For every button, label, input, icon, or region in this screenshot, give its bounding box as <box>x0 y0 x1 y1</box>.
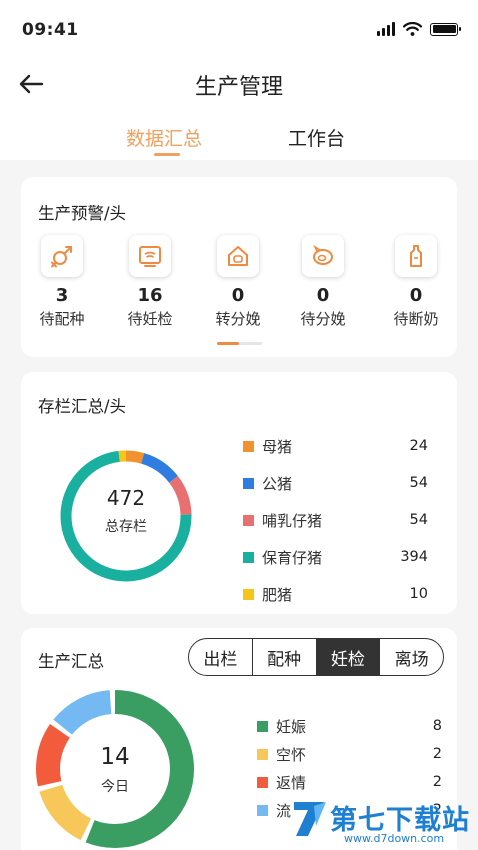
wifi-icon <box>403 22 422 36</box>
legend-item-1-2: 返情 2 <box>257 772 442 792</box>
production-title: 生产汇总 <box>38 652 104 671</box>
legend-value: 394 <box>400 549 428 565</box>
warning-count: 0 <box>316 285 330 306</box>
battery-icon <box>430 22 461 36</box>
production-segment-control: 出栏 配种 妊检 离场 <box>188 638 444 676</box>
legend-label: 保育仔猪 <box>262 548 323 567</box>
legend-swatch <box>257 720 268 732</box>
legend-label: 妊娠 <box>276 717 307 736</box>
legend-swatch <box>243 551 254 563</box>
inventory-total-label: 总存栏 <box>105 519 147 535</box>
legend-item-0-0: 母猪 24 <box>243 436 428 456</box>
warning-label: 待断奶 <box>393 310 439 328</box>
segment-pregnancy-check[interactable]: 妊检 <box>315 639 380 675</box>
inventory-title: 存栏汇总/头 <box>38 397 127 416</box>
production-warning-card: 生产预警/头 3 待配种 16 待妊检 0 转分娩 0 待分娩 0 待断奶 <box>21 177 457 357</box>
site-logo-icon <box>294 802 326 836</box>
watermark-url: www.d7down.com <box>344 832 445 845</box>
legend-swatch <box>243 477 254 489</box>
segment-slaughter[interactable]: 出栏 <box>189 639 252 675</box>
legend-swatch <box>243 440 254 452</box>
tab-data-summary[interactable]: 数据汇总 <box>126 124 202 151</box>
status-time: 09:41 <box>22 20 79 40</box>
legend-item-0-4: 肥猪 10 <box>243 584 428 604</box>
inventory-total: 472 总存栏 <box>86 486 166 536</box>
production-today: 14 今日 <box>75 744 155 796</box>
legend-item-1-1: 空怀 2 <box>257 744 442 764</box>
legend-swatch <box>257 776 268 788</box>
legend-swatch <box>257 804 268 816</box>
legend-value: 2 <box>432 774 442 790</box>
legend-item-0-1: 公猪 54 <box>243 473 428 493</box>
production-today-value: 14 <box>100 744 130 770</box>
warning-count: 3 <box>55 285 69 306</box>
mating-icon <box>41 235 83 277</box>
legend-item-0-3: 保育仔猪 394 <box>243 547 428 567</box>
warning-label: 待妊检 <box>127 310 173 328</box>
bottle-icon <box>395 235 437 277</box>
inventory-legend: 母猪 24 公猪 54 哺乳仔猪 54 保育仔猪 394 肥猪 10 <box>243 436 428 606</box>
carousel-scroll-indicator <box>217 342 262 345</box>
warning-title: 生产预警/头 <box>38 204 127 223</box>
segment-departure[interactable]: 离场 <box>379 639 443 675</box>
pig-icon <box>302 235 344 277</box>
page-title: 生产管理 <box>194 75 283 100</box>
warning-label: 待配种 <box>39 310 85 328</box>
site-watermark: 第七下载站 www.d7down.com <box>288 792 478 850</box>
warning-count: 0 <box>231 285 245 306</box>
warning-count: 0 <box>409 285 423 306</box>
inventory-total-value: 472 <box>106 486 146 510</box>
legend-value: 54 <box>409 475 428 491</box>
nav-header: 生产管理 数据汇总 工作台 <box>0 60 478 160</box>
legend-swatch <box>243 514 254 526</box>
farrowing-house-icon <box>217 235 259 277</box>
inventory-summary-card: 存栏汇总/头 472 总存栏 母猪 24 公猪 54 哺乳仔猪 54 保育仔猪 394 肥猪 10 <box>21 372 457 614</box>
tab-active-indicator <box>154 153 180 156</box>
segment-mating[interactable]: 配种 <box>251 639 316 675</box>
status-icons <box>377 22 461 36</box>
warning-count: 16 <box>137 285 163 306</box>
legend-label: 返情 <box>276 773 307 792</box>
warning-label: 待分娩 <box>300 310 346 328</box>
warning-item-pending-mating[interactable]: 3 待配种 <box>27 235 97 329</box>
legend-value: 2 <box>432 746 442 762</box>
warning-item-transfer-farrowing[interactable]: 0 转分娩 <box>203 235 273 329</box>
legend-item-0-2: 哺乳仔猪 54 <box>243 510 428 530</box>
legend-label: 空怀 <box>276 745 307 764</box>
ultrasound-icon <box>129 235 171 277</box>
legend-label: 公猪 <box>262 474 293 493</box>
legend-swatch <box>243 588 254 600</box>
legend-swatch <box>257 748 268 760</box>
legend-item-1-0: 妊娠 8 <box>257 716 442 736</box>
signal-icon <box>377 22 395 36</box>
tab-workbench[interactable]: 工作台 <box>288 124 345 151</box>
legend-value: 54 <box>409 512 428 528</box>
warning-label: 转分娩 <box>215 310 261 328</box>
tab-bar: 数据汇总 工作台 <box>0 124 478 156</box>
legend-label: 哺乳仔猪 <box>262 511 323 530</box>
legend-value: 10 <box>409 586 428 602</box>
legend-value: 24 <box>409 438 428 454</box>
legend-label: 母猪 <box>262 437 293 456</box>
status-bar: 09:41 <box>0 0 478 60</box>
production-today-label: 今日 <box>101 779 129 795</box>
warning-item-pending-farrowing[interactable]: 0 待分娩 <box>288 235 358 329</box>
legend-value: 8 <box>432 718 442 734</box>
warning-item-pending-weaning[interactable]: 0 待断奶 <box>381 235 451 329</box>
warning-item-pending-pregnancy-check[interactable]: 16 待妊检 <box>115 235 185 329</box>
legend-label: 肥猪 <box>262 585 293 604</box>
